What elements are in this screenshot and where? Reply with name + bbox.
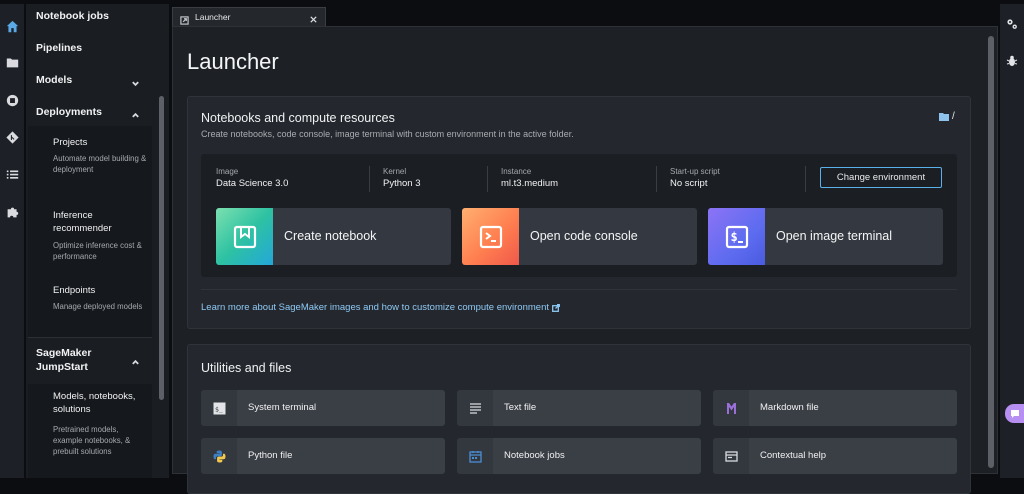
sidebar-scrollbar[interactable] xyxy=(159,96,164,400)
submenu-item-models-notebooks-solutions[interactable]: Models, notebooks, solutions xyxy=(53,390,149,416)
env-instance-label: Instance xyxy=(501,167,532,176)
env-startup-label: Start-up script xyxy=(670,167,720,176)
code-console-icon xyxy=(462,208,519,265)
change-environment-button[interactable]: Change environment xyxy=(820,167,942,188)
create-notebook-tile[interactable]: Create notebook xyxy=(216,208,451,265)
contextual-help-label: Contextual help xyxy=(760,450,827,461)
env-image-label: Image xyxy=(216,167,239,176)
submenu-desc-models-notebooks-solutions: Pretrained models, example notebooks, & … xyxy=(53,425,131,456)
create-notebook-label: Create notebook xyxy=(284,229,377,243)
notebooks-card-title: Notebooks and compute resources xyxy=(201,111,395,125)
contextual-help-tile[interactable]: Contextual help xyxy=(713,438,957,474)
learn-more-text: Learn more about SageMaker images and ho… xyxy=(201,302,549,313)
page-title: Launcher xyxy=(187,49,279,74)
env-divider xyxy=(656,166,657,192)
text-file-tile[interactable]: Text file xyxy=(457,390,701,426)
puzzle-icon[interactable] xyxy=(0,200,24,224)
svg-text:$: $ xyxy=(730,230,737,244)
active-folder[interactable]: / xyxy=(939,111,955,122)
sidebar: Notebook jobs Pipelines Models Deploymen… xyxy=(26,4,169,478)
chevron-up-icon[interactable] xyxy=(131,354,139,365)
open-code-console-tile[interactable]: Open code console xyxy=(462,208,697,265)
env-instance: Instance ml.t3.medium xyxy=(501,166,558,191)
folder-icon[interactable] xyxy=(0,50,24,74)
learn-more-link[interactable]: Learn more about SageMaker images and ho… xyxy=(201,302,560,313)
markdown-icon xyxy=(713,390,749,426)
python-file-label: Python file xyxy=(248,450,293,461)
home-icon[interactable] xyxy=(0,14,24,38)
bug-icon[interactable] xyxy=(1004,53,1020,69)
markdown-file-label: Markdown file xyxy=(760,402,819,413)
sidebar-item-jumpstart[interactable]: SageMaker JumpStart xyxy=(36,346,116,374)
active-folder-path: / xyxy=(952,111,955,122)
chevron-up-icon[interactable] xyxy=(131,107,139,118)
notebook-jobs-tile[interactable]: Notebook jobs xyxy=(457,438,701,474)
open-image-terminal-label: Open image terminal xyxy=(776,229,893,243)
sidebar-item-notebook-jobs[interactable]: Notebook jobs xyxy=(36,10,109,22)
tab-launcher[interactable]: Launcher xyxy=(172,7,326,26)
stop-circle-icon[interactable] xyxy=(0,88,24,112)
submenu-item-endpoints[interactable]: Endpoints xyxy=(53,284,95,297)
env-image-value: Data Science 3.0 xyxy=(216,178,289,189)
folder-icon xyxy=(939,113,949,121)
submenu-item-inference-recommender[interactable]: Inference recommender xyxy=(53,209,143,235)
calendar-icon xyxy=(457,438,493,474)
external-link-icon xyxy=(552,303,560,312)
submenu-desc-projects: Automate model building & deployment xyxy=(53,154,147,174)
env-instance-value: ml.t3.medium xyxy=(501,178,559,189)
notebook-jobs-label: Notebook jobs xyxy=(504,450,565,461)
utilities-card-title: Utilities and files xyxy=(201,361,292,375)
python-file-tile[interactable]: Python file xyxy=(201,438,445,474)
divider xyxy=(201,289,957,290)
env-divider xyxy=(369,166,370,192)
env-image: Image Data Science 3.0 xyxy=(216,166,288,191)
submenu-desc-endpoints: Manage deployed models xyxy=(53,302,143,311)
help-panel-icon xyxy=(713,438,749,474)
env-divider xyxy=(805,166,806,192)
svg-text:$_: $_ xyxy=(215,405,223,413)
open-image-terminal-tile[interactable]: $ Open image terminal xyxy=(708,208,943,265)
env-kernel-value: Python 3 xyxy=(383,178,421,189)
app-window: Notebook jobs Pipelines Models Deploymen… xyxy=(0,0,1024,494)
system-terminal-label: System terminal xyxy=(248,402,317,413)
system-terminal-tile[interactable]: $_ System terminal xyxy=(201,390,445,426)
text-file-icon xyxy=(457,390,493,426)
tab-label: Launcher xyxy=(195,12,231,22)
markdown-file-tile[interactable]: Markdown file xyxy=(713,390,957,426)
notebook-icon xyxy=(216,208,273,265)
python-icon xyxy=(201,438,237,474)
gears-icon[interactable] xyxy=(1004,16,1020,32)
sidebar-divider xyxy=(28,337,152,338)
submenu-desc-inference-recommender: Optimize inference cost & performance xyxy=(53,241,142,261)
env-startup-value: No script xyxy=(670,178,708,189)
chat-icon[interactable] xyxy=(1005,404,1024,423)
close-icon[interactable] xyxy=(309,11,319,23)
open-code-console-label: Open code console xyxy=(530,229,638,243)
env-divider xyxy=(487,166,488,192)
submenu-item-projects[interactable]: Projects xyxy=(53,136,87,149)
notebooks-card-subtitle: Create notebooks, code console, image te… xyxy=(201,129,574,139)
terminal-icon: $_ xyxy=(201,390,237,426)
image-terminal-icon: $ xyxy=(708,208,765,265)
list-icon[interactable] xyxy=(0,162,24,186)
chevron-down-icon[interactable] xyxy=(131,75,139,87)
text-file-label: Text file xyxy=(504,402,537,413)
activity-bar xyxy=(0,4,24,478)
env-kernel-label: Kernel xyxy=(383,167,407,176)
sidebar-item-deployments[interactable]: Deployments xyxy=(36,106,102,118)
sidebar-item-models[interactable]: Models xyxy=(36,74,72,86)
launcher-icon xyxy=(180,12,190,25)
env-kernel: Kernel Python 3 xyxy=(383,166,421,191)
git-icon[interactable] xyxy=(0,125,24,149)
env-startup-script: Start-up script No script xyxy=(670,166,720,191)
main-scrollbar[interactable] xyxy=(988,36,994,468)
sidebar-item-pipelines[interactable]: Pipelines xyxy=(36,42,82,54)
